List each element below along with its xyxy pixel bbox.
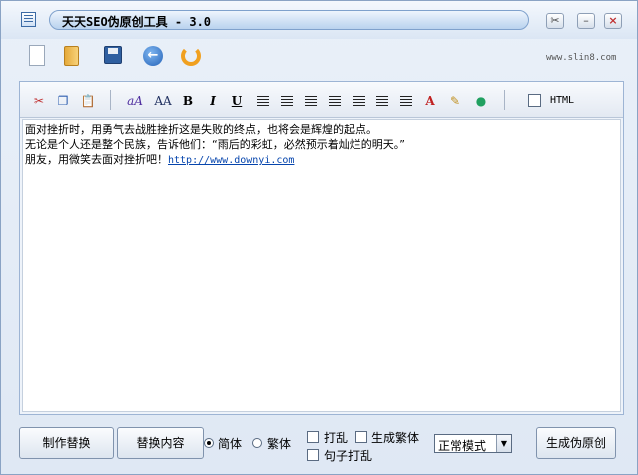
- font-icon[interactable]: aA: [124, 92, 146, 110]
- title-pill: 天天SEO伪原创工具 - 3.0: [49, 10, 529, 30]
- bottom-bar: 制作替换 替换内容 简体 繁体 打乱 生成繁体 句子打乱 正常模式 ▼ 生成伪原…: [19, 425, 624, 465]
- gen-traditional-checkbox[interactable]: [355, 431, 367, 443]
- paste-icon[interactable]: 📋: [79, 92, 97, 110]
- traditional-label: 繁体: [267, 437, 292, 451]
- site-url: www.slin8.com: [546, 53, 617, 63]
- back-icon[interactable]: ←: [140, 43, 166, 69]
- editor-line-text: 朋友，用微笑去面对挫折吧！: [25, 153, 168, 166]
- underline-button[interactable]: U: [228, 92, 246, 110]
- minimize-button[interactable]: –: [577, 13, 595, 29]
- sentence-shuffle-label: 句子打乱: [324, 449, 373, 463]
- outdent-icon[interactable]: [376, 96, 388, 97]
- align-left-icon[interactable]: [257, 96, 269, 97]
- shuffle-checkbox[interactable]: [307, 431, 319, 443]
- text-color-icon[interactable]: A: [421, 92, 439, 110]
- traditional-radio[interactable]: [252, 438, 262, 448]
- editor-link[interactable]: http://www.downyi.com: [168, 155, 294, 166]
- highlight-icon[interactable]: ✎: [446, 92, 464, 110]
- make-replace-button[interactable]: 制作替换: [19, 427, 114, 459]
- chevron-down-icon[interactable]: ▼: [496, 435, 511, 452]
- replace-content-button[interactable]: 替换内容: [117, 427, 204, 459]
- window-title: 天天SEO伪原创工具 - 3.0: [62, 15, 212, 29]
- text-editor[interactable]: 面对挫折时，用勇气去战胜挫折这是失败的终点，也将会是辉煌的起点。 无论是个人还是…: [22, 119, 621, 412]
- editor-line: 朋友，用微笑去面对挫折吧！http://www.downyi.com: [25, 152, 618, 168]
- mode-select[interactable]: 正常模式 ▼: [434, 434, 512, 453]
- html-label: HTML: [550, 95, 575, 106]
- ordered-list-icon[interactable]: [329, 96, 341, 97]
- tools-icon[interactable]: ✂: [546, 13, 564, 29]
- align-center-icon[interactable]: [281, 96, 293, 97]
- editor-line: 面对挫折时，用勇气去战胜挫折这是失败的终点，也将会是辉煌的起点。: [25, 123, 377, 136]
- html-checkbox[interactable]: [528, 94, 541, 107]
- main-toolbar: ← www.slin8.com: [1, 39, 637, 71]
- copy-icon[interactable]: ❐: [54, 92, 72, 110]
- simplified-radio[interactable]: [204, 438, 214, 448]
- italic-button[interactable]: I: [204, 92, 222, 110]
- mode-select-value: 正常模式: [438, 439, 487, 453]
- close-button[interactable]: ×: [604, 13, 622, 29]
- editor-panel: ✂ ❐ 📋 aA AA B I U A ✎ ● HTML 面对挫折时，用勇气去战…: [19, 81, 624, 415]
- editor-toolbar: ✂ ❐ 📋 aA AA B I U A ✎ ● HTML: [20, 82, 623, 118]
- generate-button[interactable]: 生成伪原创: [536, 427, 616, 459]
- indent-icon[interactable]: [400, 96, 412, 97]
- title-bar: 天天SEO伪原创工具 - 3.0 ✂ – ×: [1, 1, 637, 39]
- cut-icon[interactable]: ✂: [30, 92, 48, 110]
- new-document-icon[interactable]: [24, 43, 50, 69]
- open-folder-icon[interactable]: [59, 43, 85, 69]
- shuffle-label: 打乱: [324, 431, 349, 445]
- align-right-icon[interactable]: [305, 96, 317, 97]
- redo-icon[interactable]: [178, 43, 204, 69]
- sentence-shuffle-checkbox[interactable]: [307, 449, 319, 461]
- bold-button[interactable]: B: [179, 92, 197, 110]
- unordered-list-icon[interactable]: [353, 96, 365, 97]
- simplified-label: 简体: [218, 437, 243, 451]
- app-window: 天天SEO伪原创工具 - 3.0 ✂ – × ← www.slin8.com ✂…: [0, 0, 638, 475]
- link-globe-icon[interactable]: ●: [472, 92, 490, 110]
- editor-line: 无论是个人还是整个民族，告诉他们：“雨后的彩虹，必然预示着灿烂的明天。”: [25, 138, 405, 151]
- save-icon[interactable]: [100, 43, 126, 69]
- font-size-icon[interactable]: AA: [153, 92, 173, 110]
- app-icon: [21, 12, 36, 27]
- gen-traditional-label: 生成繁体: [371, 431, 420, 445]
